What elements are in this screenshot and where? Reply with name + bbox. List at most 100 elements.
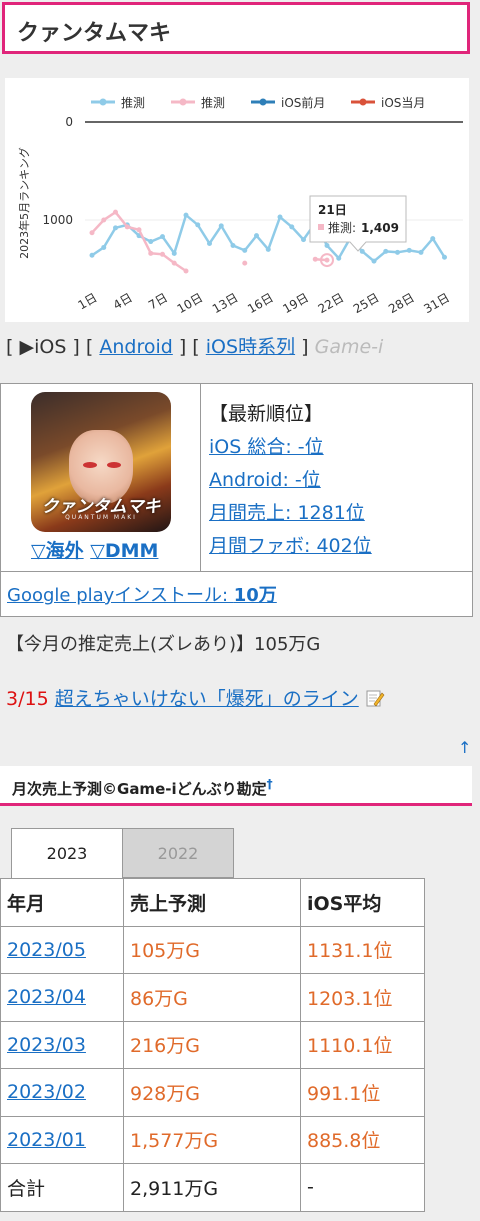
legend-label: iOS当月 bbox=[381, 96, 425, 110]
data-point bbox=[171, 260, 177, 266]
data-point bbox=[442, 254, 447, 260]
android-link[interactable]: Android bbox=[99, 336, 172, 358]
data-point bbox=[113, 209, 118, 215]
data-point bbox=[148, 250, 154, 256]
data-point bbox=[148, 239, 154, 245]
google-play-label: Google playインストール: bbox=[7, 585, 234, 606]
month-link[interactable]: 2023/01 bbox=[7, 1129, 86, 1151]
monthly-sales-rank-link[interactable]: 月間売上: 1281位 bbox=[209, 502, 365, 524]
data-point bbox=[89, 252, 95, 258]
section-heading: 月次売上予測©Game-iどんぶり勘定† bbox=[0, 766, 472, 806]
x-tick-label: 1日 bbox=[75, 290, 99, 312]
google-play-value: 10万 bbox=[233, 585, 277, 606]
warning-row: 3/15 超えちゃいけない「爆死」のライン bbox=[6, 684, 385, 711]
total-sales: 2,911万G bbox=[123, 1163, 301, 1212]
sales-cell: 216万G bbox=[123, 1020, 301, 1069]
data-point bbox=[207, 241, 212, 247]
bracket-sep-2: ] [ bbox=[178, 336, 200, 358]
tooltip-value: 1,409 bbox=[361, 221, 399, 235]
month-link[interactable]: 2023/05 bbox=[7, 939, 86, 961]
data-point bbox=[124, 224, 130, 230]
tab-2022[interactable]: 2022 bbox=[122, 828, 234, 878]
data-point bbox=[289, 224, 295, 230]
bracket-close: ] bbox=[301, 336, 309, 358]
x-tick-label: 19日 bbox=[280, 290, 311, 316]
tooltip-series-label: 推測: bbox=[328, 221, 356, 235]
source-label: Game-i bbox=[314, 336, 384, 358]
data-point bbox=[89, 230, 95, 236]
month-link[interactable]: 2023/03 bbox=[7, 1034, 86, 1056]
legend-label: 推測 bbox=[201, 96, 225, 110]
total-ios-avg: - bbox=[300, 1163, 425, 1212]
android-rank-link[interactable]: Android: -位 bbox=[209, 469, 321, 491]
monthly-fav-rank-link[interactable]: 月間ファボ: 402位 bbox=[209, 535, 372, 557]
tab-2023[interactable]: 2023 bbox=[11, 828, 123, 878]
data-point bbox=[160, 251, 165, 257]
death-line-link[interactable]: 超えちゃいけない「爆死」のライン bbox=[55, 688, 359, 710]
data-point bbox=[183, 212, 189, 218]
table-row: 2023/01 1,577万G 885.8位 bbox=[0, 1115, 425, 1164]
data-point bbox=[136, 227, 142, 233]
store-links: ▽海外 ▽DMM bbox=[31, 536, 158, 563]
data-point bbox=[324, 242, 330, 248]
platform-links: [ ▶iOS ] [ Android ] [ iOS時系列 ] Game-i bbox=[6, 332, 383, 359]
data-point bbox=[395, 249, 400, 255]
monthly-sales-estimate: 【今月の推定売上(ズレあり)】105万G bbox=[6, 634, 321, 655]
x-tick-label: 13日 bbox=[210, 290, 241, 316]
app-info-table: クァンタムマキ QUANTUM MAKI ▽海外 ▽DMM 【最新順位】 iOS… bbox=[0, 383, 473, 617]
google-play-installs: Google playインストール: 10万 bbox=[1, 571, 472, 616]
ios-avg-cell: 1203.1位 bbox=[300, 973, 425, 1022]
data-point bbox=[336, 255, 342, 261]
legend-marker bbox=[99, 98, 107, 106]
data-point bbox=[242, 247, 248, 253]
table-total-row: 合計 2,911万G - bbox=[0, 1163, 425, 1212]
data-point bbox=[406, 247, 412, 253]
y-tick-label: 1000 bbox=[42, 213, 73, 227]
month-link[interactable]: 2023/02 bbox=[7, 1081, 86, 1103]
legend-label: iOS前月 bbox=[281, 95, 325, 110]
data-point bbox=[301, 237, 306, 243]
x-tick-label: 28日 bbox=[386, 290, 417, 316]
character-eye-left bbox=[83, 462, 97, 468]
ios-timeseries-link[interactable]: iOS時系列 bbox=[206, 336, 295, 358]
sales-cell: 1,577万G bbox=[123, 1115, 301, 1164]
page-title: クァンタムマキ bbox=[17, 21, 172, 46]
data-point bbox=[183, 268, 189, 274]
tooltip-swatch bbox=[318, 224, 324, 230]
app-icon[interactable]: クァンタムマキ QUANTUM MAKI bbox=[31, 392, 171, 532]
table-header-row: 年月 売上予測 iOS平均 bbox=[0, 878, 425, 927]
overseas-link[interactable]: ▽海外 bbox=[31, 540, 84, 562]
warning-date: 3/15 bbox=[6, 688, 49, 710]
data-point bbox=[195, 222, 201, 228]
header-year-month: 年月 bbox=[0, 878, 124, 927]
google-play-link[interactable]: Google playインストール: 10万 bbox=[7, 585, 277, 606]
data-point bbox=[265, 246, 271, 252]
section-dagger-link[interactable]: † bbox=[267, 777, 273, 791]
ranking-chart[interactable]: 推測 推測 iOS前月 iOS当月 0 1000 2023年5月ランキング 1日 4日 7日 10日… bbox=[5, 78, 469, 322]
data-point bbox=[101, 217, 107, 223]
sales-cell: 928万G bbox=[123, 1068, 301, 1117]
tooltip-day: 21日 bbox=[318, 203, 347, 217]
data-point bbox=[113, 225, 118, 231]
dmm-link[interactable]: ▽DMM bbox=[90, 540, 158, 562]
ios-avg-cell: 1131.1位 bbox=[300, 925, 425, 974]
sales-cell: 105万G bbox=[123, 925, 301, 974]
ios-link[interactable]: ▶iOS bbox=[19, 336, 66, 358]
scroll-top-link[interactable]: ↑ bbox=[458, 738, 471, 757]
table-row: 2023/04 86万G 1203.1位 bbox=[0, 973, 425, 1022]
month-link[interactable]: 2023/04 bbox=[7, 986, 86, 1008]
legend-label: 推測 bbox=[121, 96, 145, 110]
bracket-sep-1: ] [ bbox=[72, 336, 94, 358]
sales-cell: 86万G bbox=[123, 973, 301, 1022]
data-point bbox=[254, 233, 259, 239]
data-point bbox=[160, 234, 165, 240]
data-point bbox=[359, 248, 365, 254]
ranks-heading: 【最新順位】 bbox=[209, 403, 324, 425]
y-axis-label: 2023年5月ランキング bbox=[17, 147, 31, 259]
y-tick-label: 0 bbox=[65, 115, 73, 129]
data-point bbox=[171, 250, 177, 256]
data-point bbox=[218, 223, 224, 229]
header-sales-forecast: 売上予測 bbox=[123, 878, 301, 927]
data-point bbox=[383, 248, 389, 254]
ios-overall-rank-link[interactable]: iOS 総合: -位 bbox=[209, 436, 324, 458]
